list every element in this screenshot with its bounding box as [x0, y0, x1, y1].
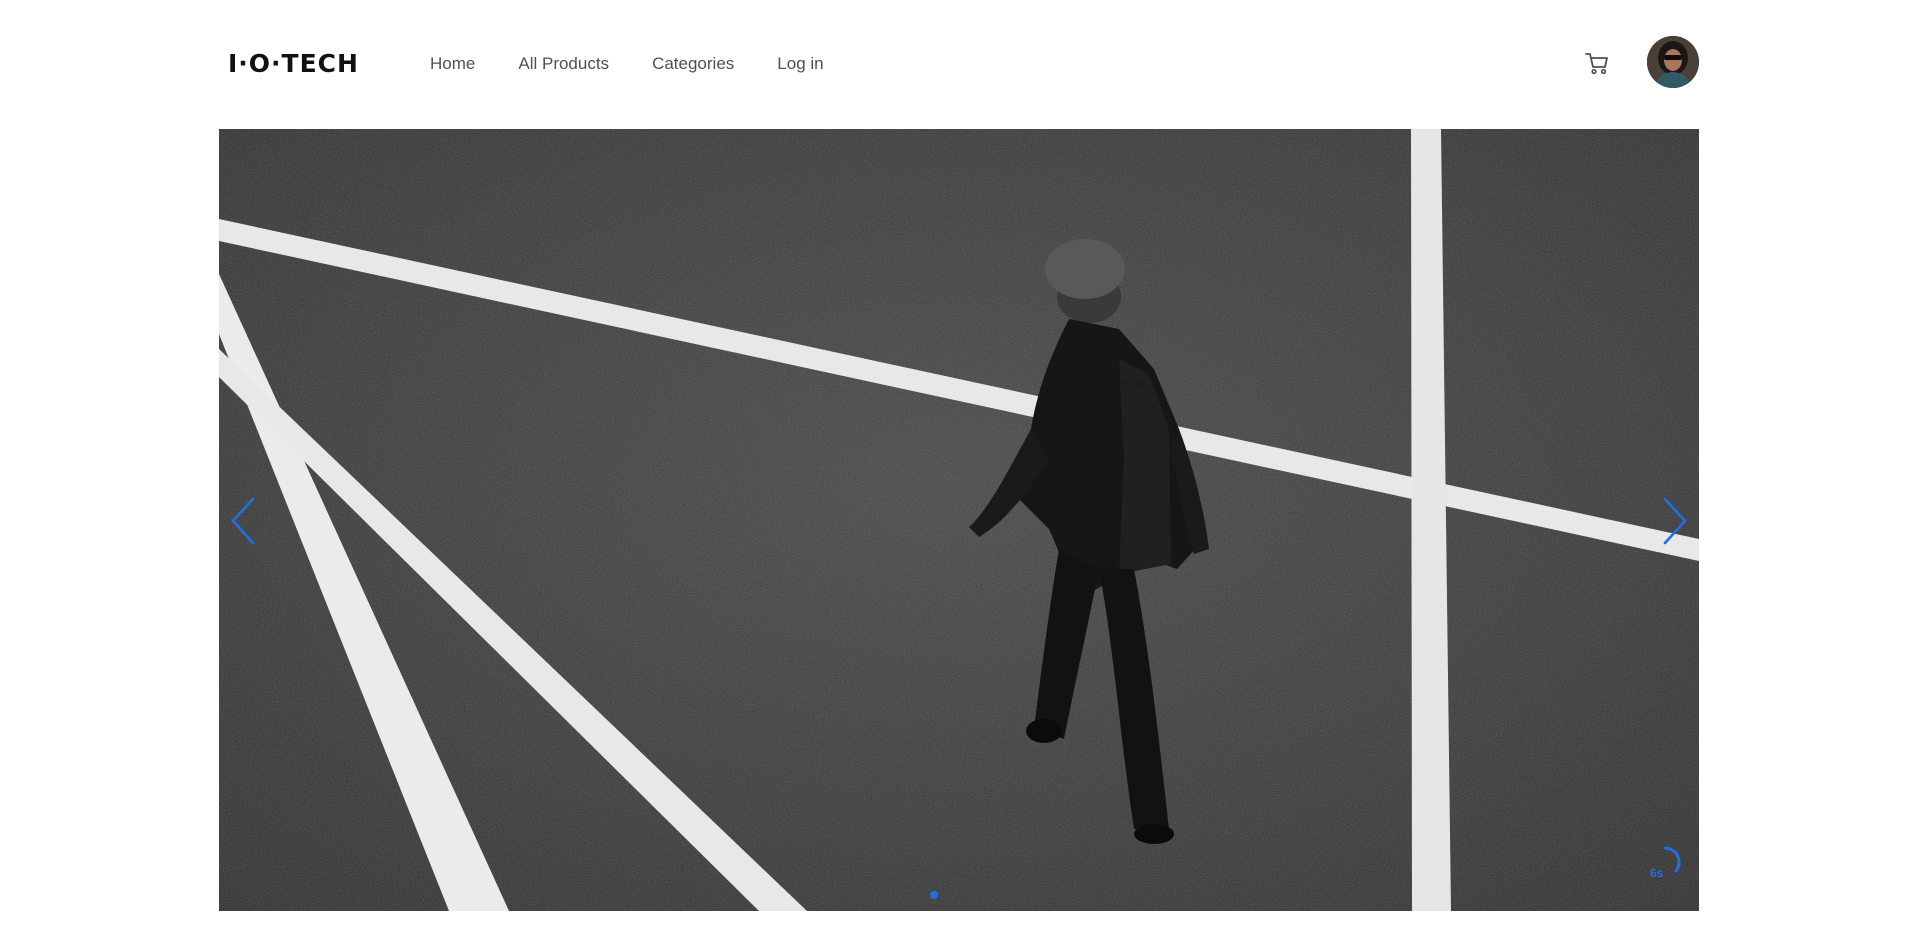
nav-login-link[interactable]: Log in	[777, 52, 823, 76]
carousel-dot-active[interactable]	[930, 891, 938, 899]
nav-home-link[interactable]: Home	[430, 52, 475, 76]
main-nav: Home All Products Categories Log in	[430, 52, 867, 76]
user-avatar[interactable]	[1647, 36, 1699, 88]
carousel-next-button[interactable]	[1657, 495, 1693, 547]
chevron-left-icon	[231, 497, 255, 545]
autoplay-timer-label: 6s	[1650, 866, 1664, 880]
chevron-right-icon	[1663, 497, 1687, 545]
nav-categories-link[interactable]: Categories	[652, 52, 734, 76]
nav-all-products-link[interactable]: All Products	[518, 52, 609, 76]
carousel-prev-button[interactable]	[225, 495, 261, 547]
shopping-cart-icon[interactable]	[1583, 49, 1611, 77]
brand-logo[interactable]: I·O·TECH	[228, 47, 359, 81]
hero-carousel: 6s	[219, 129, 1699, 911]
hero-image	[219, 129, 1699, 911]
site-header: I·O·TECH Home All Products Categories Lo…	[0, 0, 1918, 128]
